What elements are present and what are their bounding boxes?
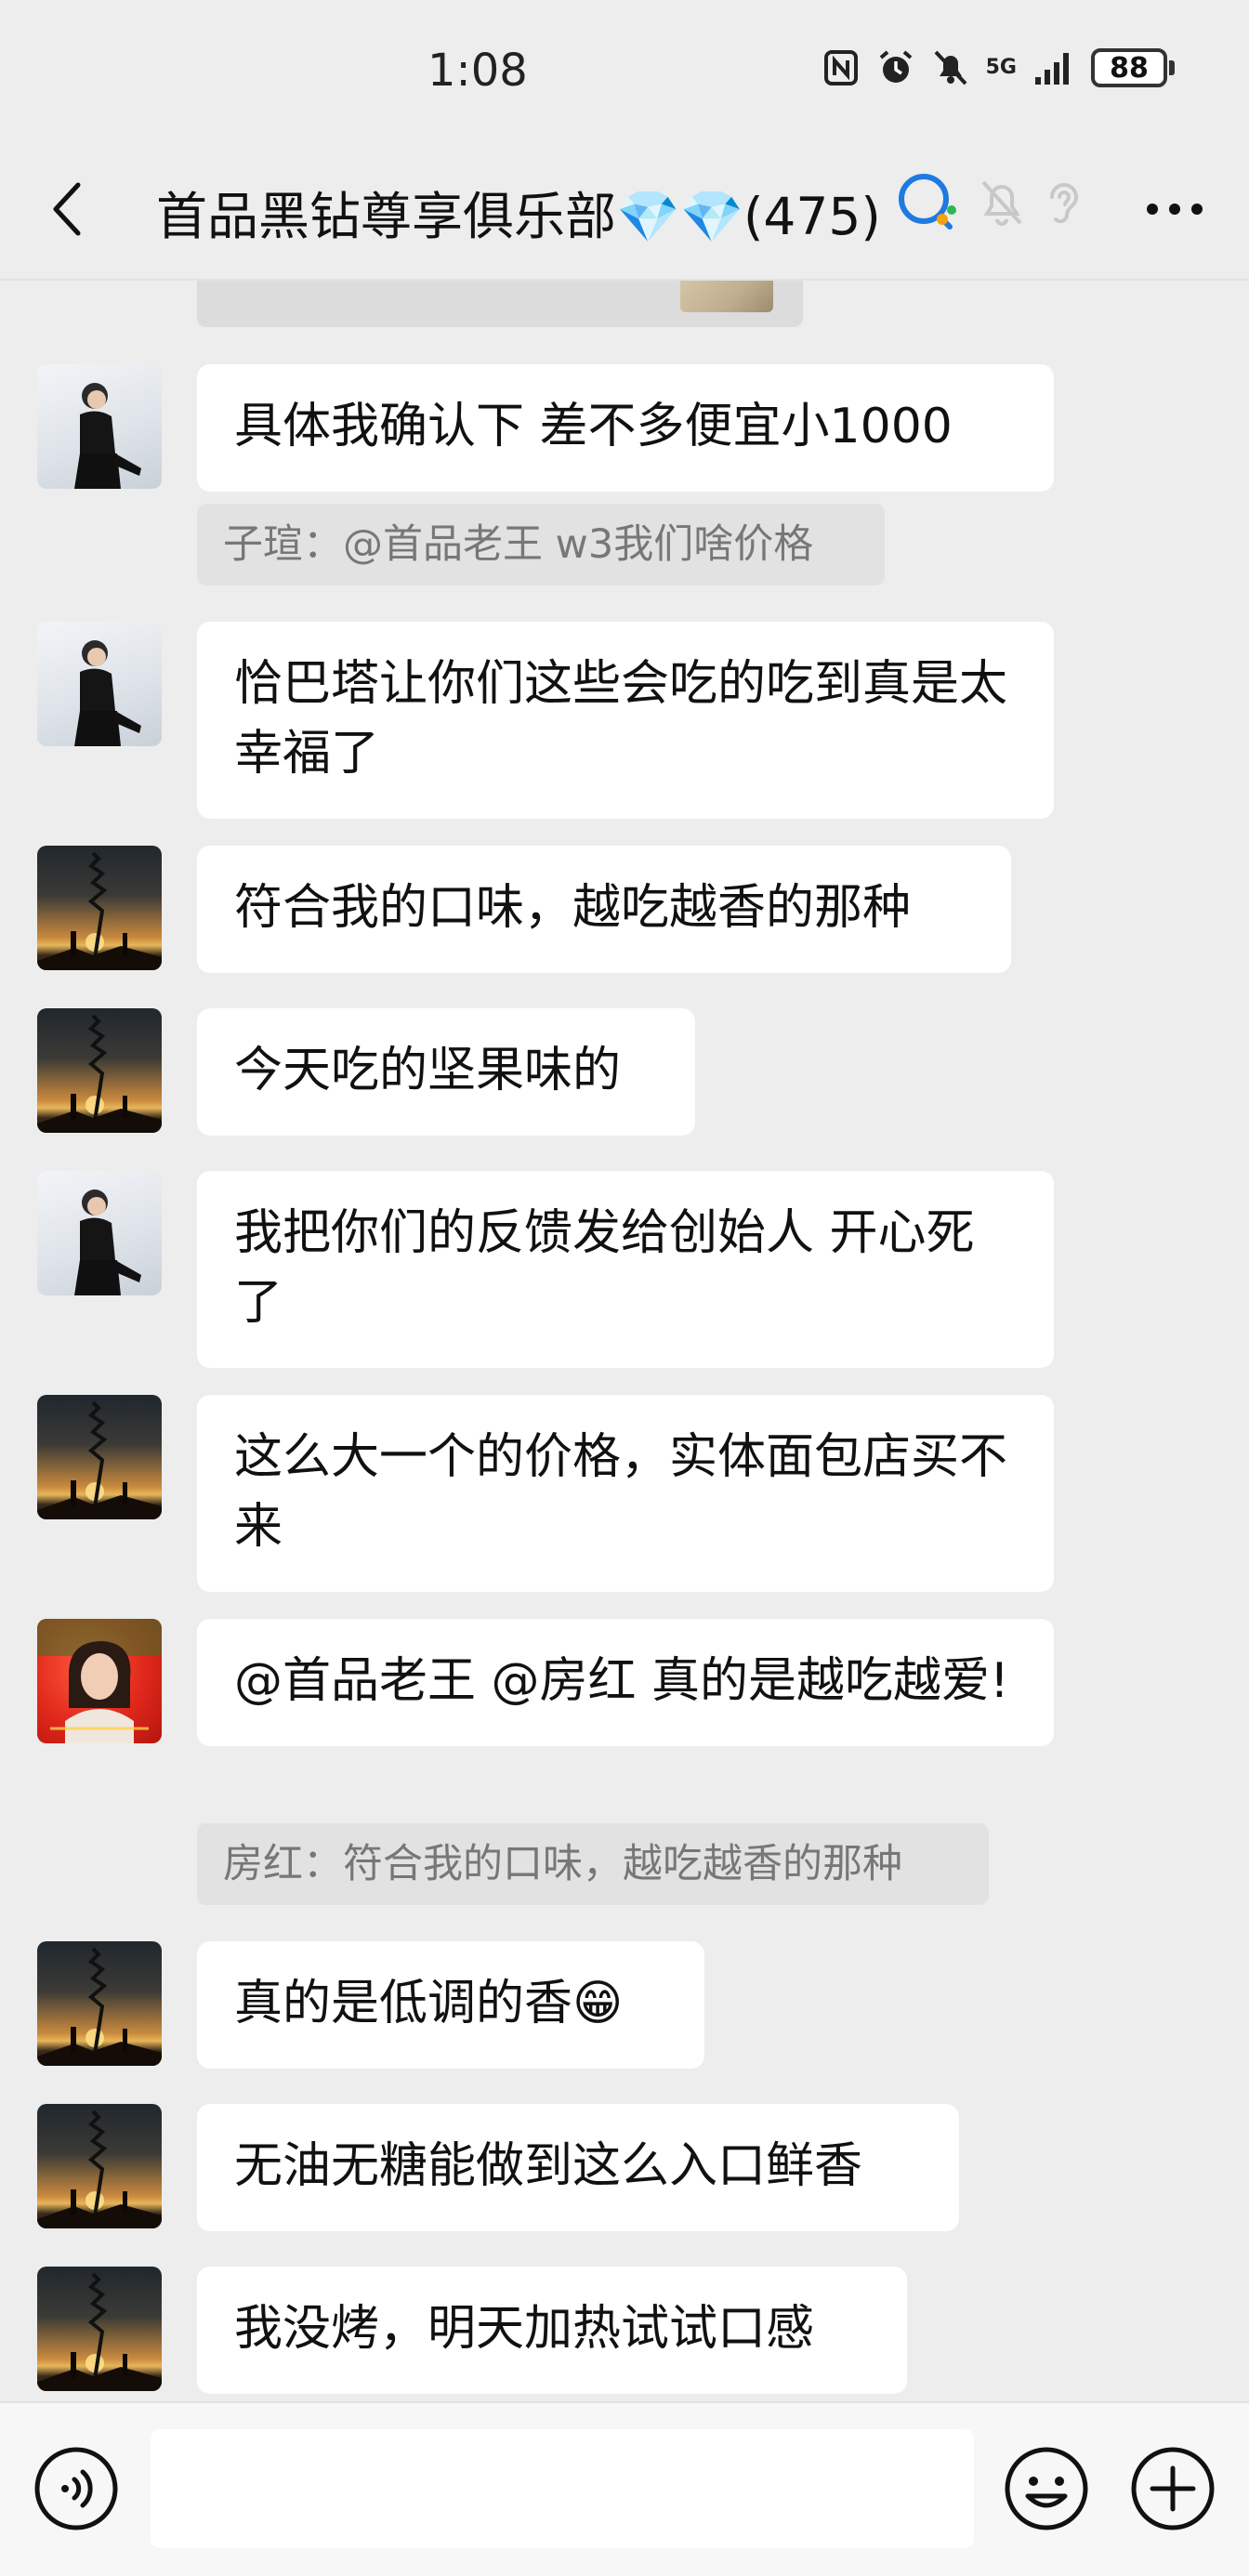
avatar[interactable] xyxy=(37,846,162,970)
emoji-icon xyxy=(1005,2447,1088,2530)
avatar-red-portrait-icon xyxy=(37,1619,162,1743)
voice-button[interactable] xyxy=(33,2446,119,2531)
avatar-woman-icon xyxy=(74,640,141,746)
more-button[interactable] xyxy=(1137,177,1212,242)
battery-level: 88 xyxy=(1091,48,1167,87)
avatar[interactable] xyxy=(37,364,162,489)
message-list[interactable]: 具体我确认下 差不多便宜小1000 子瑄：@首品老王 w3我们啥价格 恰巴塔让你… xyxy=(0,281,1249,2401)
avatar[interactable] xyxy=(37,1171,162,1295)
message-bubble[interactable]: 我没烤，明天加热试试口感 xyxy=(197,2267,907,2394)
message-bubble[interactable]: 无油无糖能做到这么入口鲜香 xyxy=(197,2104,959,2231)
partial-image-message[interactable] xyxy=(197,281,803,327)
nfc-icon xyxy=(823,50,858,85)
signal-icon xyxy=(1035,53,1069,85)
message-text: 这么大一个的价格，实体面包店买不来 xyxy=(234,1429,1008,1555)
title-bar: 首品黑钻尊享俱乐部💎💎(475) xyxy=(0,139,1249,279)
quote-reference[interactable]: 子瑄：@首品老王 w3我们啥价格 xyxy=(197,504,885,585)
message-bubble[interactable]: 这么大一个的价格，实体面包店买不来 xyxy=(197,1395,1054,1592)
plus-button[interactable] xyxy=(1130,2446,1216,2531)
avatar[interactable] xyxy=(37,622,162,746)
back-button[interactable] xyxy=(37,172,97,246)
message-text: 真的是低调的香😁 xyxy=(234,1976,624,2031)
status-time: 1:08 xyxy=(427,45,528,97)
input-bar xyxy=(0,2401,1249,2576)
avatar-sunset-icon xyxy=(37,2272,162,2391)
avatar[interactable] xyxy=(37,1619,162,1743)
more-icon xyxy=(1147,204,1203,215)
avatar-sunset-icon xyxy=(37,851,162,970)
alarm-icon xyxy=(879,50,912,83)
message-text: 符合我的口味，越吃越香的那种 xyxy=(234,880,912,936)
avatar-sunset-icon xyxy=(37,1014,162,1133)
message-text: 具体我确认下 差不多便宜小1000 xyxy=(234,399,953,454)
status-icons: 5G 88 xyxy=(822,48,1175,87)
message-text: 无油无糖能做到这么入口鲜香 xyxy=(234,2138,863,2194)
message-bubble[interactable]: 恰巴塔让你们这些会吃的吃到真是太幸福了 xyxy=(197,622,1054,819)
chat-screen: 1:08 5G 88 首品黑钻尊享俱乐部💎💎(475) 具体我确认下 差不多便宜… xyxy=(0,0,1249,2576)
message-bubble[interactable]: 符合我的口味，越吃越香的那种 xyxy=(197,846,1011,973)
avatar-sunset-icon xyxy=(37,1400,162,1519)
quote-text: 房红：符合我的口味，越吃越香的那种 xyxy=(223,1841,902,1887)
plus-icon xyxy=(1131,2447,1215,2530)
quote-text: 子瑄：@首品老王 w3我们啥价格 xyxy=(223,521,814,568)
back-arrow-icon xyxy=(53,182,81,236)
message-text: 恰巴塔让你们这些会吃的吃到真是太幸福了 xyxy=(234,656,1008,782)
mute-bell-icon[interactable] xyxy=(978,177,1026,229)
status-bar: 1:08 5G 88 xyxy=(0,0,1249,139)
avatar-woman-icon xyxy=(74,383,141,489)
message-bubble[interactable]: 今天吃的坚果味的 xyxy=(197,1008,695,1136)
emoji-button[interactable] xyxy=(1004,2446,1089,2531)
message-bubble[interactable]: 我把你们的反馈发给创始人 开心死了 xyxy=(197,1171,1054,1368)
avatar-woman-icon xyxy=(74,1189,141,1295)
avatar[interactable] xyxy=(37,2267,162,2391)
avatar[interactable] xyxy=(37,1008,162,1133)
voice-icon xyxy=(34,2447,118,2530)
message-bubble[interactable]: 真的是低调的香😁 xyxy=(197,1941,704,2069)
mute-icon xyxy=(934,50,967,85)
message-text: @首品老王 @房红 真的是越吃越爱! xyxy=(234,1653,1009,1709)
message-bubble[interactable]: @首品老王 @房红 真的是越吃越爱! xyxy=(197,1619,1054,1746)
chat-bubble-icon[interactable] xyxy=(894,169,961,236)
avatar[interactable] xyxy=(37,1395,162,1519)
avatar-sunset-icon xyxy=(37,2109,162,2228)
message-text: 今天吃的坚果味的 xyxy=(234,1043,622,1098)
avatar[interactable] xyxy=(37,1941,162,2066)
message-input[interactable] xyxy=(151,2429,974,2548)
image-thumbnail[interactable] xyxy=(680,281,773,312)
battery-cap xyxy=(1169,60,1175,75)
chat-title[interactable]: 首品黑钻尊享俱乐部💎💎(475) xyxy=(156,175,881,249)
avatar-sunset-icon xyxy=(37,1947,162,2066)
message-text: 我没烤，明天加热试试口感 xyxy=(234,2301,815,2357)
avatar[interactable] xyxy=(37,2104,162,2228)
title-extras xyxy=(894,169,1084,236)
message-bubble[interactable]: 具体我确认下 差不多便宜小1000 xyxy=(197,364,1054,492)
ear-icon[interactable] xyxy=(1043,177,1084,229)
message-text: 我把你们的反馈发给创始人 开心死了 xyxy=(234,1205,975,1331)
battery-indicator: 88 xyxy=(1091,48,1175,87)
quote-reference[interactable]: 房红：符合我的口味，越吃越香的那种 xyxy=(197,1823,989,1905)
network-label: 5G xyxy=(985,56,1017,79)
